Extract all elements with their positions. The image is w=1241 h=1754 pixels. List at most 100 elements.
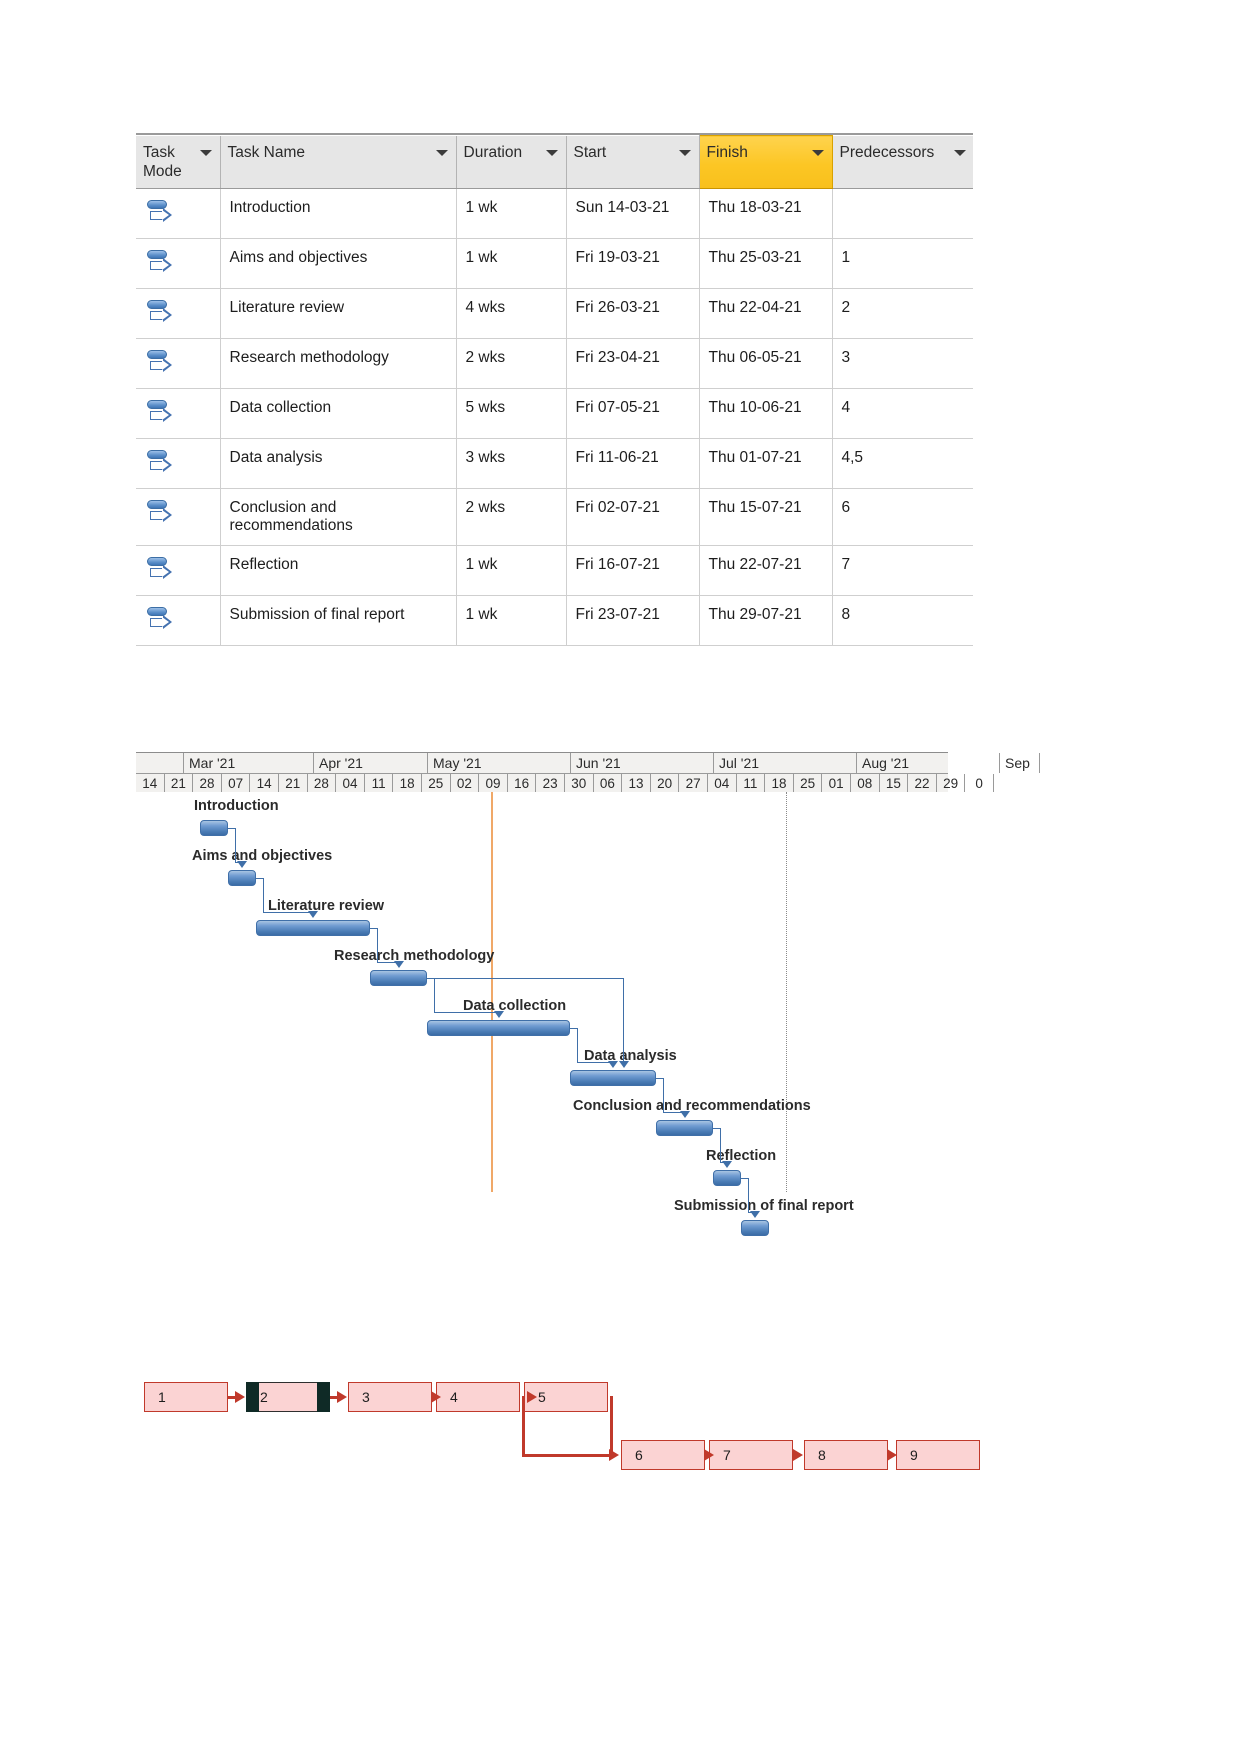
column-header-duration[interactable]: Duration — [456, 135, 567, 190]
task-mode-cell[interactable] — [136, 188, 221, 240]
task-name-cell[interactable]: Aims and objectives — [220, 238, 457, 290]
gantt-bar[interactable] — [713, 1170, 741, 1186]
gantt-bar[interactable] — [256, 920, 370, 936]
task-predecessors-cell[interactable]: 6 — [832, 488, 975, 547]
task-start-cell[interactable]: Fri 23-04-21 — [566, 338, 700, 390]
task-finish-cell[interactable]: Thu 18-03-21 — [699, 188, 833, 240]
task-predecessors-cell[interactable]: 2 — [832, 288, 975, 340]
task-duration-cell[interactable]: 2 wks — [456, 488, 567, 547]
network-node[interactable]: 7 — [709, 1440, 793, 1470]
gantt-bar[interactable] — [228, 870, 256, 886]
network-node[interactable]: 3 — [348, 1382, 432, 1412]
network-node-label: 1 — [158, 1389, 166, 1405]
task-predecessors-cell[interactable]: 7 — [832, 545, 975, 597]
task-name-text: Reflection — [229, 556, 299, 574]
task-duration-cell[interactable]: 4 wks — [456, 288, 567, 340]
network-node[interactable]: 1 — [144, 1382, 228, 1412]
task-mode-cell[interactable] — [136, 488, 221, 547]
gantt-bar[interactable] — [656, 1120, 713, 1136]
task-finish-cell[interactable]: Thu 22-04-21 — [699, 288, 833, 340]
column-header-task-name[interactable]: Task Name — [220, 135, 457, 190]
task-duration-cell[interactable]: 1 wk — [456, 595, 567, 647]
task-start-cell[interactable]: Fri 23-07-21 — [566, 595, 700, 647]
task-name-cell[interactable]: Submission of final report — [220, 595, 457, 647]
task-predecessors-cell[interactable]: 1 — [832, 238, 975, 290]
task-duration-cell[interactable]: 1 wk — [456, 238, 567, 290]
table-row[interactable]: Research methodology 2 wks Fri 23-04-21 Thu… — [136, 338, 975, 390]
task-start-cell[interactable]: Fri 16-07-21 — [566, 545, 700, 597]
table-row[interactable]: Aims and objectives 1 wk Fri 19-03-21 Thu 2… — [136, 238, 975, 290]
task-finish-cell[interactable]: Thu 29-07-21 — [699, 595, 833, 647]
task-predecessors-cell[interactable] — [832, 188, 975, 240]
gantt-bar[interactable] — [427, 1020, 570, 1036]
network-node[interactable]: 4 — [436, 1382, 520, 1412]
task-mode-cell[interactable] — [136, 288, 221, 340]
column-header-task-mode[interactable]: Task Mode — [136, 135, 221, 190]
network-node[interactable]: 8 — [804, 1440, 888, 1470]
chevron-down-icon[interactable] — [811, 150, 824, 156]
task-name-cell[interactable]: Conclusion and recommendations — [220, 488, 457, 547]
task-mode-cell[interactable] — [136, 438, 221, 490]
chevron-down-icon[interactable] — [953, 149, 966, 156]
task-start-cell[interactable]: Fri 07-05-21 — [566, 388, 700, 440]
task-start-cell[interactable]: Sun 14-03-21 — [566, 188, 700, 240]
task-duration-cell[interactable]: 1 wk — [456, 188, 567, 240]
task-duration-cell[interactable]: 1 wk — [456, 545, 567, 597]
column-header-start[interactable]: Start — [566, 135, 700, 190]
task-predecessors-cell[interactable]: 4,5 — [832, 438, 975, 490]
task-duration-cell[interactable]: 3 wks — [456, 438, 567, 490]
task-predecessors-cell[interactable]: 4 — [832, 388, 975, 440]
task-name-cell[interactable]: Literature review — [220, 288, 457, 340]
task-name-cell[interactable]: Data analysis — [220, 438, 457, 490]
task-finish-cell[interactable]: Thu 10-06-21 — [699, 388, 833, 440]
task-mode-cell[interactable] — [136, 545, 221, 597]
chevron-down-icon[interactable] — [678, 149, 691, 156]
gantt-bar[interactable] — [200, 820, 228, 836]
task-finish-cell[interactable]: Thu 01-07-21 — [699, 438, 833, 490]
chevron-down-icon[interactable] — [545, 149, 558, 156]
task-finish-cell[interactable]: Thu 15-07-21 — [699, 488, 833, 547]
gantt-bar[interactable] — [570, 1070, 656, 1086]
task-finish-cell[interactable]: Thu 22-07-21 — [699, 545, 833, 597]
gantt-bar[interactable] — [741, 1220, 769, 1236]
network-node[interactable]: 6 — [621, 1440, 705, 1470]
gantt-timescale: Mar '21 Apr '21 May '21 Jun '21 Jul '21 Aug '… — [136, 752, 1040, 793]
task-mode-cell[interactable] — [136, 595, 221, 647]
task-duration-cell[interactable]: 5 wks — [456, 388, 567, 440]
task-start-cell[interactable]: Fri 26-03-21 — [566, 288, 700, 340]
task-name-cell[interactable]: Research methodology — [220, 338, 457, 390]
table-row[interactable]: Data analysis 3 wks Fri 11-06-21 Thu 01-07-… — [136, 438, 975, 490]
chevron-down-icon[interactable] — [435, 149, 448, 156]
task-start-cell[interactable]: Fri 02-07-21 — [566, 488, 700, 547]
table-row[interactable]: Introduction 1 wk Sun 14-03-21 Thu 18-03-21 — [136, 188, 975, 240]
task-finish-text: Thu 10-06-21 — [708, 399, 802, 417]
table-row[interactable]: Conclusion and recommendations 2 wks Fri 0… — [136, 488, 975, 547]
task-name-cell[interactable]: Data collection — [220, 388, 457, 440]
task-name-cell[interactable]: Reflection — [220, 545, 457, 597]
task-predecessors-cell[interactable]: 3 — [832, 338, 975, 390]
table-header-row: Task Mode Task Name Duration Start Finis… — [136, 134, 975, 190]
task-finish-cell[interactable]: Thu 25-03-21 — [699, 238, 833, 290]
task-duration-text: 5 wks — [465, 399, 506, 417]
task-start-cell[interactable]: Fri 19-03-21 — [566, 238, 700, 290]
task-finish-cell[interactable]: Thu 06-05-21 — [699, 338, 833, 390]
table-row[interactable]: Reflection 1 wk Fri 16-07-21 Thu 22-07-21 7 — [136, 545, 975, 597]
table-row[interactable]: Submission of final report 1 wk Fri 23-07-… — [136, 595, 975, 647]
column-header-finish[interactable]: Finish — [698, 134, 833, 190]
task-predecessors-cell[interactable]: 8 — [832, 595, 975, 647]
task-mode-cell[interactable] — [136, 388, 221, 440]
network-node[interactable]: 9 — [896, 1440, 980, 1470]
gantt-week-cell: 29 — [937, 774, 966, 792]
task-duration-cell[interactable]: 2 wks — [456, 338, 567, 390]
task-mode-cell[interactable] — [136, 338, 221, 390]
task-name-cell[interactable]: Introduction — [220, 188, 457, 240]
column-header-predecessors[interactable]: Predecessors — [832, 135, 975, 190]
chevron-down-icon[interactable] — [199, 149, 212, 156]
table-row[interactable]: Literature review 4 wks Fri 26-03-21 Thu 22… — [136, 288, 975, 340]
task-start-cell[interactable]: Fri 11-06-21 — [566, 438, 700, 490]
task-start-text: Fri 07-05-21 — [575, 399, 660, 417]
network-node[interactable]: 2 — [245, 1381, 331, 1412]
table-row[interactable]: Data collection 5 wks Fri 07-05-21 Thu 10-0… — [136, 388, 975, 440]
task-mode-cell[interactable] — [136, 238, 221, 290]
gantt-bar[interactable] — [370, 970, 427, 986]
